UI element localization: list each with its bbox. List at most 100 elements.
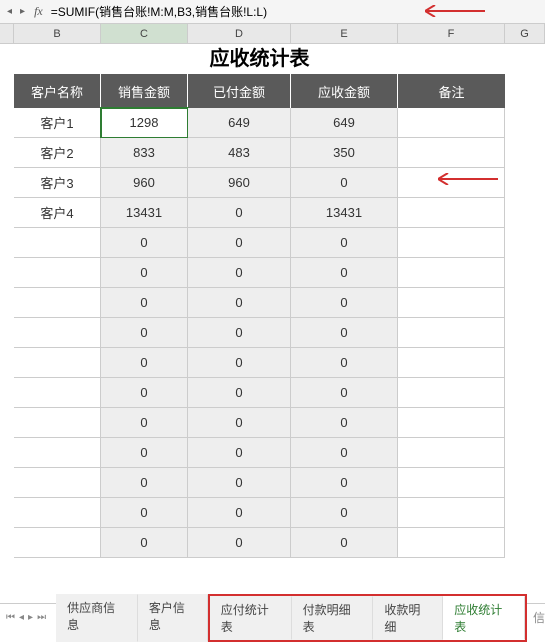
- cell[interactable]: 客户1: [14, 108, 101, 138]
- cell[interactable]: [398, 378, 505, 408]
- column-header[interactable]: F: [398, 24, 505, 43]
- cell[interactable]: [398, 408, 505, 438]
- cell[interactable]: 0: [188, 468, 291, 498]
- cell[interactable]: 0: [291, 348, 398, 378]
- column-header[interactable]: G: [505, 24, 545, 43]
- sheet-tab[interactable]: 应付统计表: [210, 596, 292, 640]
- cell[interactable]: [14, 528, 101, 558]
- sheet-tab[interactable]: 供应商信息: [56, 594, 138, 642]
- chevron-left-icon[interactable]: ◂: [4, 6, 15, 17]
- cell[interactable]: [14, 288, 101, 318]
- page-title[interactable]: 应收统计表: [14, 44, 505, 74]
- cell[interactable]: 0: [101, 468, 188, 498]
- cell[interactable]: [398, 258, 505, 288]
- cell[interactable]: 649: [188, 108, 291, 138]
- cell[interactable]: 1298: [101, 108, 188, 138]
- cell[interactable]: [398, 138, 505, 168]
- cell[interactable]: 0: [188, 348, 291, 378]
- cell[interactable]: 0: [188, 438, 291, 468]
- select-all-corner[interactable]: [0, 24, 14, 43]
- tab-last-icon[interactable]: ⏭: [35, 612, 48, 623]
- cell[interactable]: [398, 318, 505, 348]
- sheet-tab[interactable]: 客户信息: [138, 594, 208, 642]
- cell[interactable]: 13431: [291, 198, 398, 228]
- cell[interactable]: 0: [291, 408, 398, 438]
- header-remark[interactable]: 备注: [398, 74, 505, 108]
- cell[interactable]: [398, 348, 505, 378]
- tab-prev-icon[interactable]: ◂: [17, 612, 26, 623]
- cell[interactable]: 0: [188, 228, 291, 258]
- cell[interactable]: [14, 258, 101, 288]
- cell[interactable]: [14, 498, 101, 528]
- cell[interactable]: 0: [291, 378, 398, 408]
- cell[interactable]: [14, 318, 101, 348]
- cell[interactable]: [14, 378, 101, 408]
- cell[interactable]: 960: [188, 168, 291, 198]
- cell[interactable]: 0: [101, 228, 188, 258]
- cell[interactable]: 0: [101, 408, 188, 438]
- fx-icon[interactable]: fx: [34, 4, 43, 19]
- cell[interactable]: 0: [291, 258, 398, 288]
- cell[interactable]: 客户3: [14, 168, 101, 198]
- cell[interactable]: 0: [188, 288, 291, 318]
- cell[interactable]: 0: [291, 438, 398, 468]
- cell[interactable]: 0: [291, 168, 398, 198]
- tab-overflow[interactable]: 信: [527, 609, 545, 626]
- header-paid[interactable]: 已付金额: [188, 74, 291, 108]
- cell[interactable]: 0: [188, 528, 291, 558]
- cell[interactable]: [398, 198, 505, 228]
- cell[interactable]: 0: [291, 318, 398, 348]
- sheet-tab[interactable]: 收款明细: [373, 596, 443, 640]
- cell[interactable]: 0: [188, 498, 291, 528]
- sheet-tab[interactable]: 应收统计表: [443, 596, 525, 640]
- cell[interactable]: 0: [291, 288, 398, 318]
- cell[interactable]: 833: [101, 138, 188, 168]
- cell[interactable]: 0: [291, 498, 398, 528]
- cell[interactable]: 13431: [101, 198, 188, 228]
- cell[interactable]: 0: [101, 378, 188, 408]
- cell[interactable]: 0: [188, 198, 291, 228]
- cell[interactable]: [398, 528, 505, 558]
- cell[interactable]: [398, 288, 505, 318]
- cell[interactable]: 0: [101, 528, 188, 558]
- header-customer[interactable]: 客户名称: [14, 74, 101, 108]
- cell[interactable]: [398, 228, 505, 258]
- cell[interactable]: 0: [101, 498, 188, 528]
- header-sales[interactable]: 销售金额: [101, 74, 188, 108]
- cell[interactable]: 0: [101, 348, 188, 378]
- cell[interactable]: 0: [291, 228, 398, 258]
- cell[interactable]: [14, 438, 101, 468]
- cell[interactable]: [14, 348, 101, 378]
- cell[interactable]: [398, 108, 505, 138]
- cell[interactable]: 0: [101, 318, 188, 348]
- column-header[interactable]: D: [188, 24, 291, 43]
- tab-first-icon[interactable]: ⏮: [4, 612, 17, 623]
- column-header[interactable]: B: [14, 24, 101, 43]
- cell[interactable]: [14, 468, 101, 498]
- cell[interactable]: 649: [291, 108, 398, 138]
- cell[interactable]: 0: [101, 288, 188, 318]
- cell[interactable]: 0: [291, 528, 398, 558]
- column-header[interactable]: C: [101, 24, 188, 43]
- cell[interactable]: 350: [291, 138, 398, 168]
- chevron-right-icon[interactable]: ▸: [17, 6, 28, 17]
- cell[interactable]: 客户4: [14, 198, 101, 228]
- column-header[interactable]: E: [291, 24, 398, 43]
- tab-next-icon[interactable]: ▸: [26, 612, 35, 623]
- header-due[interactable]: 应收金额: [291, 74, 398, 108]
- cell[interactable]: 483: [188, 138, 291, 168]
- cell[interactable]: 0: [188, 408, 291, 438]
- cell[interactable]: [398, 438, 505, 468]
- cell[interactable]: 0: [188, 318, 291, 348]
- cell[interactable]: [398, 468, 505, 498]
- cell[interactable]: [14, 408, 101, 438]
- cell[interactable]: 0: [291, 468, 398, 498]
- cell[interactable]: 0: [188, 378, 291, 408]
- cell[interactable]: 0: [101, 258, 188, 288]
- cell[interactable]: [14, 228, 101, 258]
- sheet-tab[interactable]: 付款明细表: [292, 596, 374, 640]
- cell[interactable]: 0: [101, 438, 188, 468]
- cell[interactable]: 0: [188, 258, 291, 288]
- cell[interactable]: 960: [101, 168, 188, 198]
- cell[interactable]: [398, 498, 505, 528]
